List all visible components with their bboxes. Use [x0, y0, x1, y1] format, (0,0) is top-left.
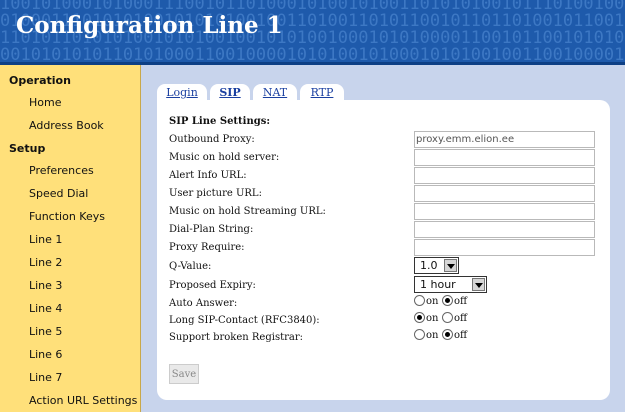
tab-nat[interactable]: NAT — [253, 84, 297, 100]
proposed-expiry-select[interactable]: 1 hour — [414, 276, 487, 293]
sidebar-item-line-4[interactable]: Line 4 — [29, 302, 62, 315]
q-value-select[interactable]: 1.0 — [414, 257, 459, 274]
music-on-hold-streaming-url-label: Music on hold Streaming URL: — [169, 206, 326, 217]
user-picture-url-input[interactable] — [414, 185, 595, 202]
sidebar-item-line-1[interactable]: Line 1 — [29, 233, 62, 246]
chevron-down-icon[interactable] — [472, 278, 485, 291]
support-broken-registrar-off-radio[interactable] — [442, 329, 453, 340]
sidebar-item-action-url-settings[interactable]: Action URL Settings — [29, 394, 137, 407]
long-sip-contact-radio-group: on off — [414, 312, 474, 326]
outbound-proxy-input[interactable]: proxy.emm.elion.ee — [414, 131, 595, 148]
auto-answer-label: Auto Answer: — [169, 298, 238, 309]
auto-answer-on-radio[interactable] — [414, 295, 425, 306]
auto-answer-off-radio[interactable] — [442, 295, 453, 306]
support-broken-registrar-on-label: on — [426, 330, 439, 341]
tab-sip[interactable]: SIP — [210, 84, 250, 100]
proxy-require-input[interactable] — [414, 239, 595, 256]
proposed-expiry-selected: 1 hour — [420, 278, 456, 291]
long-sip-contact-on-label: on — [426, 313, 439, 324]
long-sip-contact-label: Long SIP-Contact (RFC3840): — [169, 315, 320, 326]
q-value-label: Q-Value: — [169, 261, 212, 272]
sidebar-section-setup: Setup — [9, 142, 46, 155]
section-title: SIP Line Settings: — [169, 116, 271, 127]
sidebar-section-operation: Operation — [9, 74, 71, 87]
sidebar-item-home[interactable]: Home — [29, 96, 61, 109]
dial-plan-string-input[interactable] — [414, 221, 595, 238]
user-picture-url-label: User picture URL: — [169, 188, 262, 199]
tab-rtp-label[interactable]: RTP — [311, 86, 334, 99]
tab-nat-label[interactable]: NAT — [263, 86, 287, 99]
save-button[interactable]: Save — [169, 364, 199, 384]
page-header: 1001010001010001110010110100010100101001… — [0, 0, 625, 65]
sidebar-item-line-5[interactable]: Line 5 — [29, 325, 62, 338]
auto-answer-radio-group: on off — [414, 295, 474, 309]
support-broken-registrar-radio-group: on off — [414, 329, 474, 343]
q-value-selected: 1.0 — [420, 259, 438, 272]
long-sip-contact-off-radio[interactable] — [442, 312, 453, 323]
sidebar: Operation Home Address Book Setup Prefer… — [0, 65, 141, 412]
chevron-down-icon[interactable] — [444, 259, 457, 272]
proxy-require-label: Proxy Require: — [169, 242, 245, 253]
long-sip-contact-off-label: off — [454, 313, 468, 324]
alert-info-url-label: Alert Info URL: — [169, 170, 247, 181]
tab-sip-label[interactable]: SIP — [219, 86, 240, 99]
music-on-hold-streaming-url-input[interactable] — [414, 203, 595, 220]
page-title: Configuration Line 1 — [16, 12, 283, 39]
sidebar-item-function-keys[interactable]: Function Keys — [29, 210, 105, 223]
sidebar-item-address-book[interactable]: Address Book — [29, 119, 104, 132]
auto-answer-on-label: on — [426, 296, 439, 307]
proposed-expiry-label: Proposed Expiry: — [169, 280, 256, 291]
alert-info-url-input[interactable] — [414, 167, 595, 184]
outbound-proxy-label: Outbound Proxy: — [169, 134, 255, 145]
tab-login-label[interactable]: Login — [166, 86, 198, 99]
tab-rtp[interactable]: RTP — [300, 84, 344, 100]
tab-login[interactable]: Login — [157, 84, 207, 100]
music-on-hold-server-label: Music on hold server: — [169, 152, 280, 163]
sidebar-item-line-3[interactable]: Line 3 — [29, 279, 62, 292]
long-sip-contact-on-radio[interactable] — [414, 312, 425, 323]
music-on-hold-server-input[interactable] — [414, 149, 595, 166]
support-broken-registrar-off-label: off — [454, 330, 468, 341]
sidebar-item-line-2[interactable]: Line 2 — [29, 256, 62, 269]
sidebar-item-preferences[interactable]: Preferences — [29, 164, 94, 177]
sidebar-item-speed-dial[interactable]: Speed Dial — [29, 187, 88, 200]
support-broken-registrar-on-radio[interactable] — [414, 329, 425, 340]
sidebar-item-line-7[interactable]: Line 7 — [29, 371, 62, 384]
dial-plan-string-label: Dial-Plan String: — [169, 224, 254, 235]
sidebar-item-line-6[interactable]: Line 6 — [29, 348, 62, 361]
auto-answer-off-label: off — [454, 296, 468, 307]
support-broken-registrar-label: Support broken Registrar: — [169, 332, 303, 343]
